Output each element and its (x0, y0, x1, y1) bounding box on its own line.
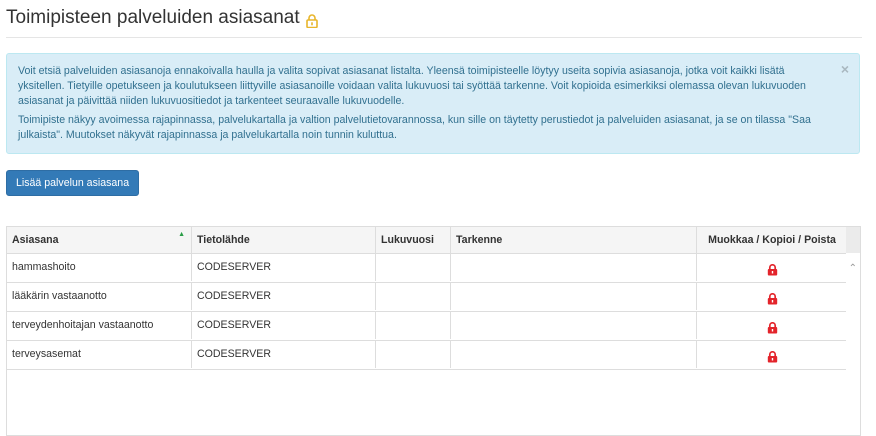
cell-asiasana: lääkärin vastaanotto (7, 283, 192, 310)
page-title-text: Toimipisteen palveluiden asiasanat (6, 7, 300, 28)
cell-tietolahde: CODESERVER (192, 254, 376, 281)
alert-paragraph-1: Voit etsiä palveluiden asiasanoja ennako… (18, 65, 806, 107)
keyword-table: Asiasana ▲ Tietolähde Lukuvuosi Tarkenne… (6, 226, 861, 436)
info-alert: × Voit etsiä palveluiden asiasanoja enna… (6, 53, 860, 154)
column-header-tarkenne[interactable]: Tarkenne (451, 227, 697, 253)
cell-asiasana: terveysasemat (7, 341, 192, 368)
cell-lukuvuosi (376, 312, 451, 339)
table-row[interactable]: terveydenhoitajan vastaanotto CODESERVER (7, 312, 847, 341)
column-header-tietolahde[interactable]: Tietolähde (192, 227, 376, 253)
cell-tietolahde: CODESERVER (192, 283, 376, 310)
cell-asiasana: hammashoito (7, 254, 192, 281)
cell-lukuvuosi (376, 283, 451, 310)
column-header-lukuvuosi[interactable]: Lukuvuosi (376, 227, 451, 253)
chevron-up-icon[interactable]: ⌃ (849, 263, 857, 274)
cell-tarkenne (451, 254, 697, 281)
cell-tietolahde: CODESERVER (192, 341, 376, 368)
column-header-label: Muokkaa / Kopioi / Poista (708, 234, 836, 246)
column-header-actions: Muokkaa / Kopioi / Poista (697, 227, 847, 253)
cell-tarkenne (451, 312, 697, 339)
column-header-asiasana[interactable]: Asiasana ▲ (7, 227, 192, 253)
red-lock-icon[interactable] (767, 347, 778, 363)
cell-lukuvuosi (376, 254, 451, 281)
table-row[interactable]: lääkärin vastaanotto CODESERVER (7, 283, 847, 312)
column-header-label: Tietolähde (197, 234, 250, 246)
title-divider (6, 37, 862, 38)
add-keyword-button[interactable]: Lisää palvelun asiasana (6, 170, 140, 196)
page-title: Toimipisteen palveluiden asiasanat (6, 6, 318, 30)
close-icon[interactable]: × (841, 62, 849, 76)
red-lock-icon[interactable] (767, 318, 778, 334)
sort-asc-icon[interactable]: ▲ (178, 231, 185, 239)
column-header-label: Lukuvuosi (381, 234, 434, 246)
table-header: Asiasana ▲ Tietolähde Lukuvuosi Tarkenne… (7, 227, 847, 254)
red-lock-icon[interactable] (767, 260, 778, 276)
cell-actions (697, 283, 847, 310)
column-header-label: Asiasana (12, 234, 59, 246)
cell-actions (697, 341, 847, 368)
cell-tarkenne (451, 341, 697, 368)
table-row[interactable]: hammashoito CODESERVER (7, 254, 847, 283)
red-lock-icon[interactable] (767, 289, 778, 305)
cell-asiasana: terveydenhoitajan vastaanotto (7, 312, 192, 339)
vertical-scrollbar[interactable]: ⌃ (846, 253, 860, 435)
lock-icon (305, 11, 318, 29)
cell-tarkenne (451, 283, 697, 310)
cell-lukuvuosi (376, 341, 451, 368)
cell-actions (697, 254, 847, 281)
cell-actions (697, 312, 847, 339)
scrollbar-corner (846, 227, 860, 253)
table-body: hammashoito CODESERVER lääkärin vastaano… (7, 254, 847, 370)
alert-paragraph-2: Toimipiste näkyy avoimessa rajapinnassa,… (18, 114, 811, 141)
cell-tietolahde: CODESERVER (192, 312, 376, 339)
column-header-label: Tarkenne (456, 234, 503, 246)
table-row[interactable]: terveysasemat CODESERVER (7, 341, 847, 370)
